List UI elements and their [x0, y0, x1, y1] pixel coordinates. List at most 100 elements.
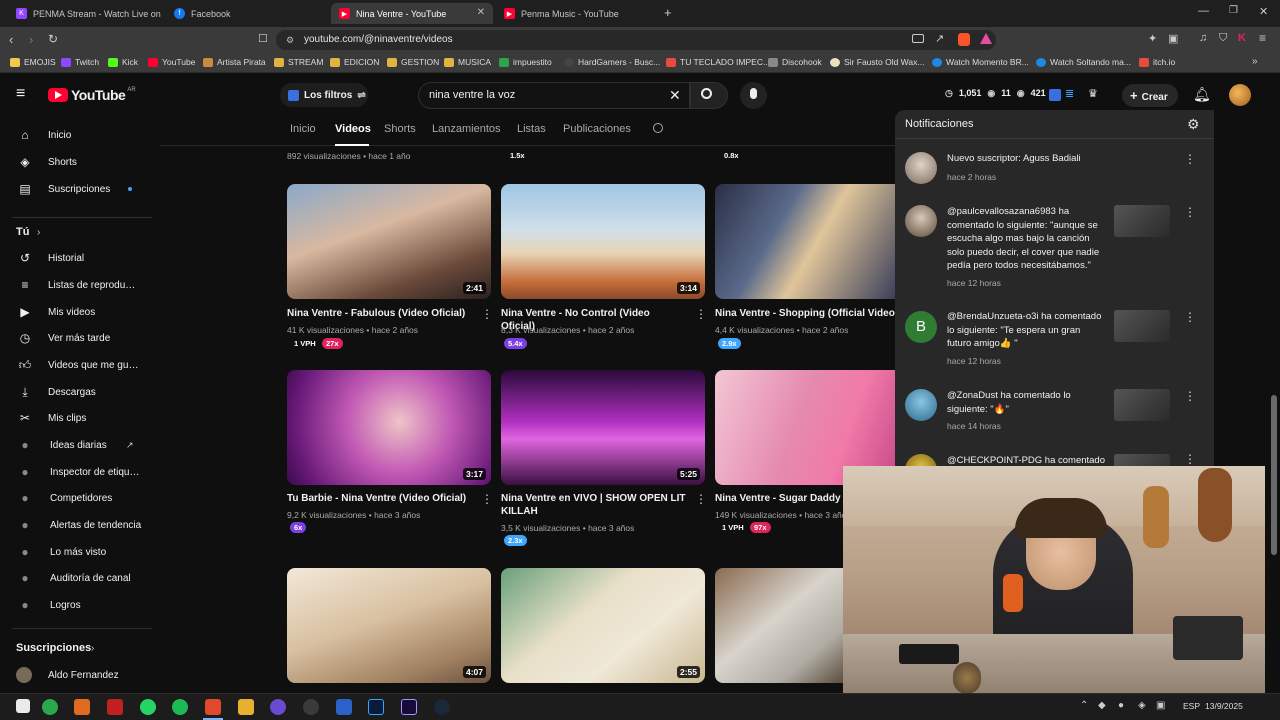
- file-explorer-icon[interactable]: [238, 699, 254, 715]
- tab-videos[interactable]: Videos: [335, 123, 371, 135]
- tray-icon[interactable]: ▣: [1156, 700, 1165, 711]
- channel-search-icon[interactable]: [653, 123, 663, 133]
- search-input[interactable]: nina ventre la voz ✕: [418, 82, 690, 109]
- tab-inicio[interactable]: Inicio: [290, 123, 316, 135]
- bookmark-item[interactable]: Sir Fausto Old Wax...: [830, 57, 924, 67]
- video-thumbnail[interactable]: [715, 568, 845, 683]
- back-icon[interactable]: ‹: [9, 32, 13, 47]
- bookmark-item[interactable]: EMOJIS: [10, 57, 56, 67]
- video-title[interactable]: Nina Ventre - Sugar Daddy (Vid: [715, 492, 843, 505]
- sidebar-item-alertas[interactable]: ● Alertas de tendencia: [0, 512, 152, 538]
- clear-search-icon[interactable]: ✕: [669, 83, 681, 108]
- sidebar-heading-subs[interactable]: Suscripciones ›: [0, 635, 152, 661]
- sidebar-item-liked[interactable]: 👍︎ Videos que me gus...: [0, 352, 152, 378]
- notification-item[interactable]: @CHECKPOINT-PDG ha comentado ⋮: [895, 452, 1214, 466]
- tab-lanzamientos[interactable]: Lanzamientos: [432, 123, 501, 135]
- video-thumbnail[interactable]: [715, 184, 895, 299]
- brave-shield-icon[interactable]: [958, 33, 970, 46]
- page-scrollbar-thumb[interactable]: [1271, 395, 1277, 555]
- tab-shorts[interactable]: Shorts: [384, 123, 416, 135]
- sidebar-item-suscripciones[interactable]: ▤ Suscripciones: [0, 176, 152, 202]
- close-window-icon[interactable]: ✕: [1259, 5, 1268, 18]
- new-tab-icon[interactable]: +: [664, 5, 672, 20]
- language-indicator[interactable]: ESP: [1183, 701, 1200, 711]
- sidebar-item-ver-mas-tarde[interactable]: ◷ Ver más tarde: [0, 325, 152, 351]
- youtube-logo[interactable]: YouTube AR: [48, 87, 136, 103]
- sidebar-item-logros[interactable]: ● Logros: [0, 592, 152, 618]
- account-avatar[interactable]: [1229, 84, 1251, 106]
- tab-facebook[interactable]: f Facebook: [166, 3, 326, 24]
- bookmark-item[interactable]: Watch Soltando ma...: [1036, 57, 1131, 67]
- tray-icon[interactable]: ◆: [1098, 700, 1106, 711]
- video-thumbnail[interactable]: 2:41: [287, 184, 491, 299]
- reload-icon[interactable]: ↻: [48, 32, 58, 46]
- video-title[interactable]: Nina Ventre - Shopping (Official Video): [715, 307, 900, 320]
- more-options-icon[interactable]: ⋮: [1184, 152, 1196, 166]
- hamburger-menu-icon[interactable]: ≡: [16, 85, 25, 103]
- sidebar-item-playlists[interactable]: ≡ Listas de reproducc...: [0, 272, 152, 298]
- sidebar-item-historial[interactable]: ↺ Historial: [0, 245, 152, 271]
- sidebar-item-shorts[interactable]: ◈ Shorts: [0, 149, 152, 175]
- url-field[interactable]: ⚙ youtube.com/@ninaventre/videos: [276, 30, 996, 50]
- search-button[interactable]: [690, 82, 728, 109]
- bookmark-item[interactable]: itch.io: [1139, 57, 1175, 67]
- brave-rewards-icon[interactable]: [980, 33, 992, 44]
- video-title[interactable]: Nina Ventre - Fabulous (Video Oficial): [287, 307, 472, 320]
- app-icon[interactable]: [107, 699, 123, 715]
- bookmark-item[interactable]: impuestito: [499, 57, 552, 67]
- bookmark-item[interactable]: TU TECLADO IMPEC...: [666, 57, 770, 67]
- steam-icon[interactable]: [434, 699, 450, 715]
- queue-icon[interactable]: ≣: [1065, 87, 1074, 100]
- sidebar-item-mis-videos[interactable]: ▶ Mis videos: [0, 299, 152, 325]
- tab-nina-ventre[interactable]: ▶ Nina Ventre - YouTube ✕: [331, 3, 493, 24]
- media-control-icon[interactable]: ♫: [1199, 32, 1207, 44]
- video-title[interactable]: Nina Ventre en VIVO | SHOW OPEN LIT KILL…: [501, 492, 686, 518]
- app-icon[interactable]: [42, 699, 58, 715]
- taskbar-date[interactable]: 13/9/2025: [1205, 701, 1243, 711]
- sidebar-item-inspector[interactable]: ● Inspector de etique...: [0, 459, 152, 485]
- sidebar-sub-aldo[interactable]: Aldo Fernandez: [0, 662, 152, 688]
- more-options-icon[interactable]: ⋮: [695, 307, 707, 321]
- forward-icon[interactable]: ›: [29, 32, 33, 47]
- profile-k-icon[interactable]: K: [1238, 32, 1246, 44]
- more-options-icon[interactable]: ⋮: [1184, 205, 1196, 219]
- bookmark-star-icon[interactable]: ☐: [258, 32, 268, 45]
- video-thumbnail[interactable]: 3:17: [287, 370, 491, 485]
- video-title[interactable]: Tu Barbie - Nina Ventre (Video Oficial): [287, 492, 472, 505]
- bookmark-folder[interactable]: EDICION: [330, 57, 379, 67]
- video-thumbnail[interactable]: 5:25: [501, 370, 705, 485]
- tab-penma-music[interactable]: ▶ Penma Music - YouTube: [496, 3, 656, 24]
- close-tab-icon[interactable]: ✕: [477, 7, 485, 18]
- windows-start-icon[interactable]: [16, 699, 30, 713]
- tab-penma-stream[interactable]: K PENMA Stream - Watch Live on: [8, 3, 166, 24]
- vidiq-stats[interactable]: ◷ 1,051 ◉ 11 ◉ 421: [945, 88, 1046, 99]
- extension-icon[interactable]: [1049, 89, 1061, 101]
- more-options-icon[interactable]: ⋮: [481, 307, 493, 321]
- more-options-icon[interactable]: ⋮: [1184, 452, 1196, 466]
- sidebar-heading-tu[interactable]: Tú ›: [0, 219, 152, 245]
- bookmark-item[interactable]: YouTube: [148, 57, 195, 67]
- tray-icon[interactable]: ●: [1118, 700, 1124, 711]
- notification-item[interactable]: B @BrendaUnzueta-o3i ha comentado lo sig…: [895, 310, 1214, 380]
- vpn-shield-icon[interactable]: ⛉: [1219, 32, 1227, 45]
- video-thumbnail[interactable]: 4:07: [287, 568, 491, 683]
- trophy-icon[interactable]: ♛: [1088, 87, 1098, 100]
- menu-icon[interactable]: ≡: [1259, 31, 1266, 45]
- app-icon[interactable]: [336, 699, 352, 715]
- app-icon[interactable]: [303, 699, 319, 715]
- sidebar-item-clips[interactable]: ✂ Mis clips: [0, 405, 152, 431]
- sidebar-item-lo-mas-visto[interactable]: ● Lo más visto: [0, 539, 152, 565]
- sidebar-item-ideas[interactable]: ● Ideas diarias ↗: [0, 432, 152, 458]
- video-thumbnail[interactable]: 2:55: [501, 568, 705, 683]
- sidebar-item-descargas[interactable]: ⤓ Descargas: [0, 379, 152, 405]
- bookmark-item[interactable]: Watch Momento BR...: [932, 57, 1029, 67]
- bookmark-item[interactable]: Artista Pirata: [203, 57, 266, 67]
- bookmark-folder[interactable]: STREAM: [274, 57, 323, 67]
- spotify-icon[interactable]: [172, 699, 188, 715]
- bookmark-folder[interactable]: MUSICA: [444, 57, 491, 67]
- cast-icon[interactable]: [912, 34, 924, 43]
- tray-icon[interactable]: ◈: [1138, 700, 1146, 711]
- site-info-icon[interactable]: ⚙: [286, 30, 294, 50]
- filters-button[interactable]: Los filtros ⇌: [280, 83, 368, 107]
- share-icon[interactable]: ↗: [935, 32, 944, 45]
